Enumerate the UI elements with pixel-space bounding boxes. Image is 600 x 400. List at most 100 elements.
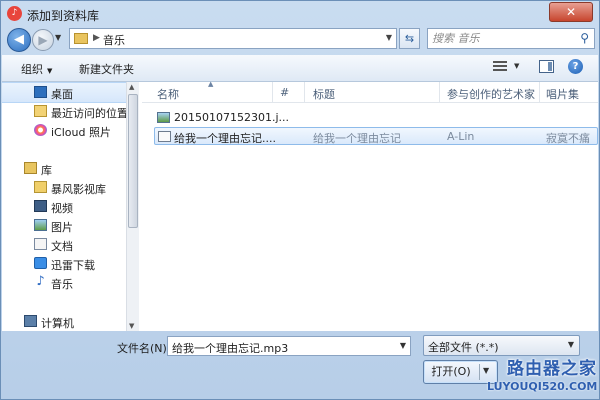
search-icon[interactable]: ⚲ xyxy=(580,31,589,45)
nav-item-baofeng-library[interactable]: 暴风影视库 xyxy=(2,178,126,197)
chevron-down-icon: ▼ xyxy=(567,340,574,349)
nav-item-thunder-downloads[interactable]: 迅雷下载 xyxy=(2,254,126,273)
title-bar: ♪ 添加到资料库 ✕ xyxy=(1,1,599,27)
scroll-up-icon[interactable]: ▲ xyxy=(129,83,134,91)
filename-label: 文件名(N): xyxy=(117,342,171,355)
chevron-down-icon[interactable]: ▼ xyxy=(400,341,406,350)
mp3-file-icon xyxy=(158,131,171,142)
recent-locations-dropdown[interactable]: ▼ xyxy=(55,33,61,42)
split-divider xyxy=(479,364,480,380)
file-type-select[interactable]: 全部文件 (*.*) ▼ xyxy=(423,335,580,356)
scrollbar-thumb[interactable] xyxy=(128,94,138,228)
file-row-selected[interactable]: 给我一个理由忘记.... 给我一个理由忘记 A-Lin 寂寞不痛 xyxy=(154,127,598,145)
image-file-icon xyxy=(157,112,170,123)
column-header-number[interactable]: # xyxy=(280,86,289,99)
nav-item-documents[interactable]: 文档 xyxy=(2,235,126,254)
nav-item-music[interactable]: ♪ 音乐 xyxy=(2,273,126,292)
file-title: 给我一个理由忘记 xyxy=(313,132,401,145)
column-header-title[interactable]: 标题 xyxy=(313,86,335,102)
forward-button[interactable]: ▶ xyxy=(32,29,54,51)
nav-item-label: 图片 xyxy=(51,221,73,234)
command-bar: 组织 ▼ 新建文件夹 ▼ ? xyxy=(2,55,598,82)
dialog-footer: 文件名(N): 给我一个理由忘记.mp3 ▼ 全部文件 (*.*) ▼ 打开(O… xyxy=(1,332,599,400)
video-icon xyxy=(34,200,47,212)
file-name: 20150107152301.j... xyxy=(174,111,290,124)
file-list: ▲ 名称 # 标题 参与创作的艺术家 唱片集 20150107152301.j.… xyxy=(142,80,598,331)
scroll-down-icon[interactable]: ▼ xyxy=(129,322,134,330)
address-dropdown-icon[interactable]: ▼ xyxy=(386,33,392,42)
watermark-url: LUYOUQI520.COM xyxy=(487,380,598,393)
filename-field[interactable]: 给我一个理由忘记.mp3 ▼ xyxy=(167,336,411,356)
folder-icon xyxy=(34,181,47,193)
nav-item-recent-places[interactable]: 最近访问的位置 xyxy=(2,102,126,121)
file-artist: A-Lin xyxy=(447,130,475,143)
preview-pane-icon[interactable] xyxy=(539,60,554,73)
icloud-photos-icon xyxy=(34,124,47,136)
nav-item-label: 迅雷下载 xyxy=(51,259,95,272)
new-folder-button[interactable]: 新建文件夹 xyxy=(79,61,134,77)
pictures-icon xyxy=(34,219,47,231)
nav-item-label: 文档 xyxy=(51,240,73,253)
view-options-icon[interactable] xyxy=(493,61,507,73)
watermark-chinese: 路由器之家 xyxy=(507,359,597,379)
nav-item-label: 计算机 xyxy=(41,317,74,330)
column-divider[interactable] xyxy=(539,82,540,102)
nav-item-libraries[interactable]: 库 xyxy=(2,159,126,178)
recent-places-icon xyxy=(34,105,47,117)
filename-value: 给我一个理由忘记.mp3 xyxy=(172,342,289,355)
nav-item-label: 最近访问的位置 xyxy=(51,107,126,120)
documents-icon xyxy=(34,238,47,250)
add-to-library-dialog: ♪ 添加到资料库 ✕ ◀ ▶ ▼ ▶ 音乐 ▼ ⇆ ⚲ 组织 ▼ 新建文件夹 ▼ … xyxy=(0,0,600,400)
site-watermark: 路由器之家 LUYOUQI520.COM xyxy=(487,354,597,393)
open-button-label: 打开(O) xyxy=(431,365,471,378)
content-area: 桌面 最近访问的位置 iCloud 照片 库 暴风影视库 视频 图片 文档 迅雷… xyxy=(2,80,598,331)
nav-item-computer[interactable]: 计算机 xyxy=(2,312,126,331)
organize-label: 组织 xyxy=(21,63,43,76)
nav-item-pictures[interactable]: 图片 xyxy=(2,216,126,235)
column-divider[interactable] xyxy=(439,82,440,102)
back-button[interactable]: ◀ xyxy=(7,28,31,52)
library-icon xyxy=(24,162,37,174)
search-input[interactable] xyxy=(432,31,572,46)
nav-item-label: 桌面 xyxy=(51,88,73,101)
nav-item-label: 音乐 xyxy=(51,278,73,291)
organize-button[interactable]: 组织 ▼ xyxy=(21,61,52,77)
navigation-pane: 桌面 最近访问的位置 iCloud 照片 库 暴风影视库 视频 图片 文档 迅雷… xyxy=(2,82,126,331)
address-row: ◀ ▶ ▼ ▶ 音乐 ▼ ⇆ ⚲ xyxy=(1,27,599,55)
sort-ascending-icon: ▲ xyxy=(208,80,214,88)
column-header-album[interactable]: 唱片集 xyxy=(546,86,579,102)
folder-icon xyxy=(74,33,88,44)
computer-icon xyxy=(24,315,37,327)
refresh-icon[interactable]: ⇆ xyxy=(399,28,420,49)
nav-item-label: iCloud 照片 xyxy=(51,126,111,139)
address-bar[interactable]: ▶ 音乐 ▼ xyxy=(69,28,397,49)
chevron-down-icon: ▼ xyxy=(47,67,53,75)
nav-item-icloud-photos[interactable]: iCloud 照片 xyxy=(2,121,126,140)
nav-item-desktop[interactable]: 桌面 xyxy=(2,82,126,103)
nav-item-label: 库 xyxy=(41,164,52,177)
itunes-app-icon: ♪ xyxy=(7,6,22,21)
file-name: 给我一个理由忘记.... xyxy=(174,132,276,145)
help-icon[interactable]: ? xyxy=(568,59,583,74)
download-icon xyxy=(34,257,47,269)
file-row[interactable]: 20150107152301.j... xyxy=(154,109,598,127)
column-header-artist[interactable]: 参与创作的艺术家 xyxy=(447,86,535,102)
desktop-icon xyxy=(34,86,47,98)
column-divider[interactable] xyxy=(272,82,273,102)
close-button[interactable]: ✕ xyxy=(549,2,593,22)
column-divider[interactable] xyxy=(304,82,305,102)
view-dropdown-icon[interactable]: ▼ xyxy=(514,62,519,70)
music-icon: ♪ xyxy=(36,274,45,289)
window-title: 添加到资料库 xyxy=(27,9,100,23)
file-album: 寂寞不痛 xyxy=(546,132,590,145)
nav-item-label: 视频 xyxy=(51,202,73,215)
breadcrumb-music[interactable]: 音乐 xyxy=(103,32,125,48)
nav-item-label: 暴风影视库 xyxy=(51,183,106,196)
breadcrumb-separator-icon[interactable]: ▶ xyxy=(93,33,100,43)
search-box[interactable]: ⚲ xyxy=(427,28,595,49)
file-type-value: 全部文件 (*.*) xyxy=(428,341,499,354)
column-header-name[interactable]: 名称 xyxy=(157,86,179,102)
navigation-scrollbar[interactable]: ▲ ▼ xyxy=(126,82,139,331)
column-header-row: ▲ 名称 # 标题 参与创作的艺术家 唱片集 xyxy=(142,80,598,103)
nav-item-videos[interactable]: 视频 xyxy=(2,197,126,216)
